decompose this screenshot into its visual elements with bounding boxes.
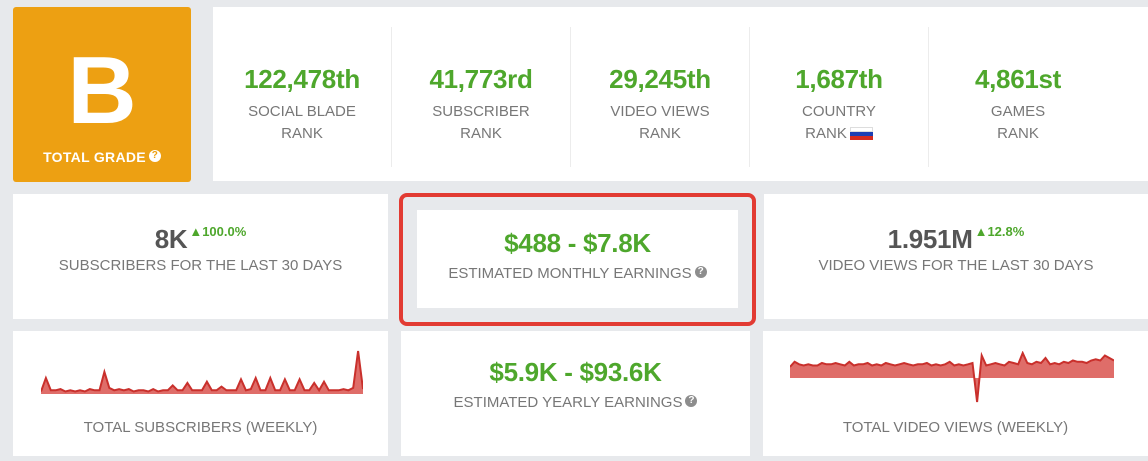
rank-label: SUBSCRIBER RANK — [432, 103, 530, 142]
views-weekly-label: TOTAL VIDEO VIEWS (WEEKLY) — [842, 419, 1069, 436]
help-icon[interactable]: ? — [685, 395, 698, 407]
rank-country: 1,687th COUNTRY RANK — [750, 27, 929, 167]
subscribers-weekly-label: TOTAL SUBSCRIBERS (WEEKLY) — [83, 419, 318, 436]
rank-subscriber: 41,773rd SUBSCRIBER RANK — [392, 27, 571, 167]
yearly-earnings-label: ESTIMATED YEARLY EARNINGS? — [401, 394, 750, 411]
rank-value: 4,861st — [974, 64, 1062, 94]
rank-label: SOCIAL BLADE RANK — [248, 103, 356, 142]
grade-label: TOTAL GRADE? — [13, 149, 191, 165]
yearly-earnings-card: $5.9K - $93.6K ESTIMATED YEARLY EARNINGS… — [401, 331, 750, 456]
subscribers-weekly-card: TOTAL SUBSCRIBERS (WEEKLY) — [13, 331, 388, 456]
views-30-days-card: 1.951M ▲12.8% VIDEO VIEWS FOR THE LAST 30… — [764, 194, 1148, 319]
rank-value: 41,773rd — [429, 64, 533, 94]
highlight-box — [399, 193, 756, 326]
yearly-earnings-value: $5.9K - $93.6K — [489, 357, 662, 387]
ranks-panel: 122,478th SOCIAL BLADE RANK 41,773rd SUBSCRI… — [213, 7, 1148, 181]
rank-label: GAMES RANK — [990, 103, 1046, 142]
subscribers-30-days-card: 8K ▲100.0% SUBSCRIBERS FOR THE LAST 30 DA… — [13, 194, 388, 319]
rank-games: 4,861st GAMES RANK — [929, 27, 1107, 167]
sparkline-line — [41, 350, 363, 393]
help-icon[interactable]: ? — [148, 150, 161, 162]
subscribers-weekly-sparkline — [41, 350, 363, 394]
views-weekly-card: TOTAL VIDEO VIEWS (WEEKLY) — [763, 331, 1148, 456]
rank-video-views: 29,245th VIDEO VIEWS RANK — [571, 27, 750, 167]
rank-label: COUNTRY RANK — [802, 103, 876, 142]
views-delta: ▲12.8% — [974, 224, 1025, 239]
rank-value: 1,687th — [795, 64, 883, 94]
russia-flag-icon — [849, 127, 873, 140]
sparkline-area — [41, 351, 363, 394]
views-30-days-label: VIDEO VIEWS FOR THE LAST 30 DAYS — [818, 257, 1094, 274]
sparkline-area — [790, 353, 1114, 402]
views-weekly-sparkline — [790, 351, 1114, 403]
rank-value: 29,245th — [609, 64, 711, 94]
rank-label: VIDEO VIEWS RANK — [610, 103, 710, 142]
subscribers-30-days-label: SUBSCRIBERS FOR THE LAST 30 DAYS — [58, 257, 343, 274]
subscribers-delta: ▲100.0% — [189, 224, 247, 239]
grade-letter: B — [67, 37, 137, 144]
views-30-days-value: 1.951M — [887, 224, 973, 254]
subscribers-30-days-value: 8K — [154, 224, 188, 254]
total-grade-card: B TOTAL GRADE? — [13, 7, 191, 182]
rank-value: 122,478th — [244, 64, 360, 94]
rank-social-blade: 122,478th SOCIAL BLADE RANK — [213, 27, 392, 167]
